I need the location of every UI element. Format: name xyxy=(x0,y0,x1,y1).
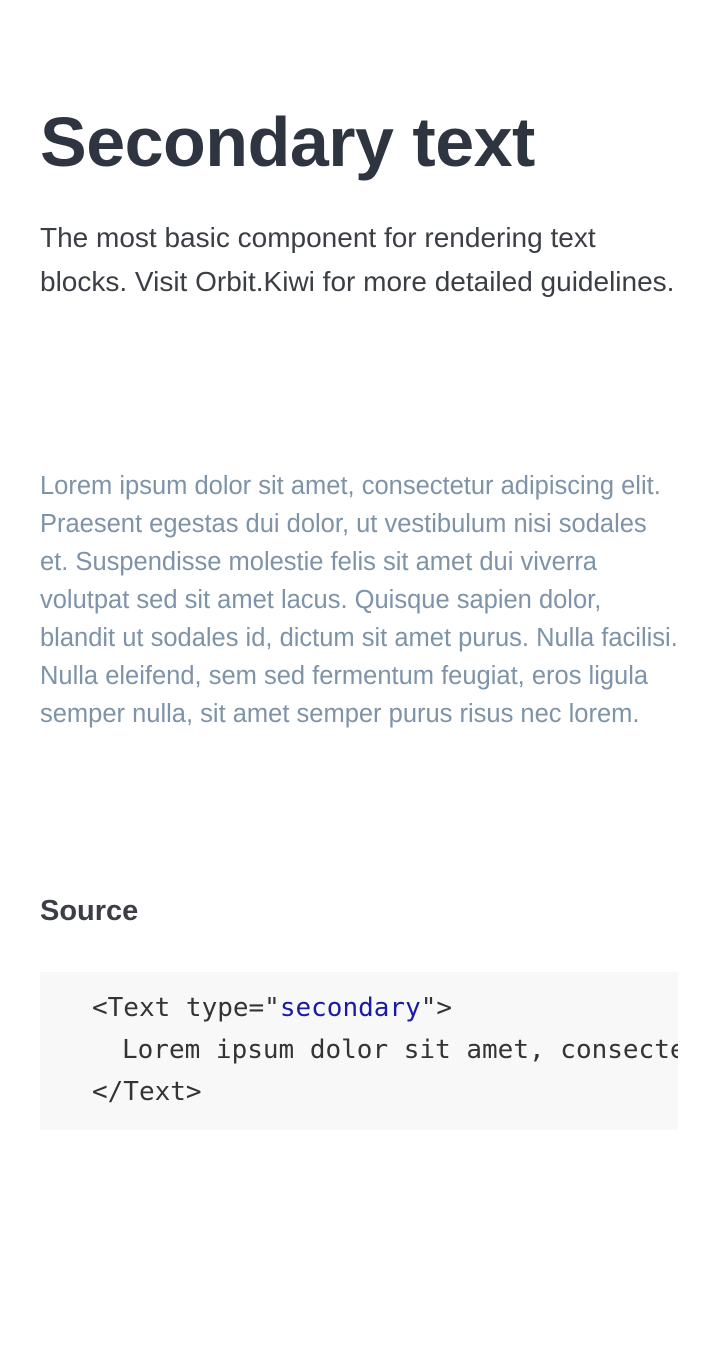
code-tag-open: <Text type=" xyxy=(92,993,280,1023)
source-heading: Source xyxy=(40,895,139,927)
code-tag-open-close: "> xyxy=(420,993,453,1023)
page-intro: The most basic component for rendering t… xyxy=(40,222,675,297)
code-line-open-tag: <Text type="secondary"> xyxy=(92,987,452,1029)
page-title: Secondary text xyxy=(40,103,535,181)
code-line-close-tag: </Text> xyxy=(92,1077,202,1107)
code-block[interactable]: <Text type="secondary"> Lorem ipsum dolo… xyxy=(40,972,678,1130)
secondary-text-example: Lorem ipsum dolor sit amet, consectetur … xyxy=(40,472,678,728)
code-attribute-value: secondary xyxy=(279,993,421,1023)
code-line-content: Lorem ipsum dolor sit amet, consectetur … xyxy=(122,1035,678,1065)
